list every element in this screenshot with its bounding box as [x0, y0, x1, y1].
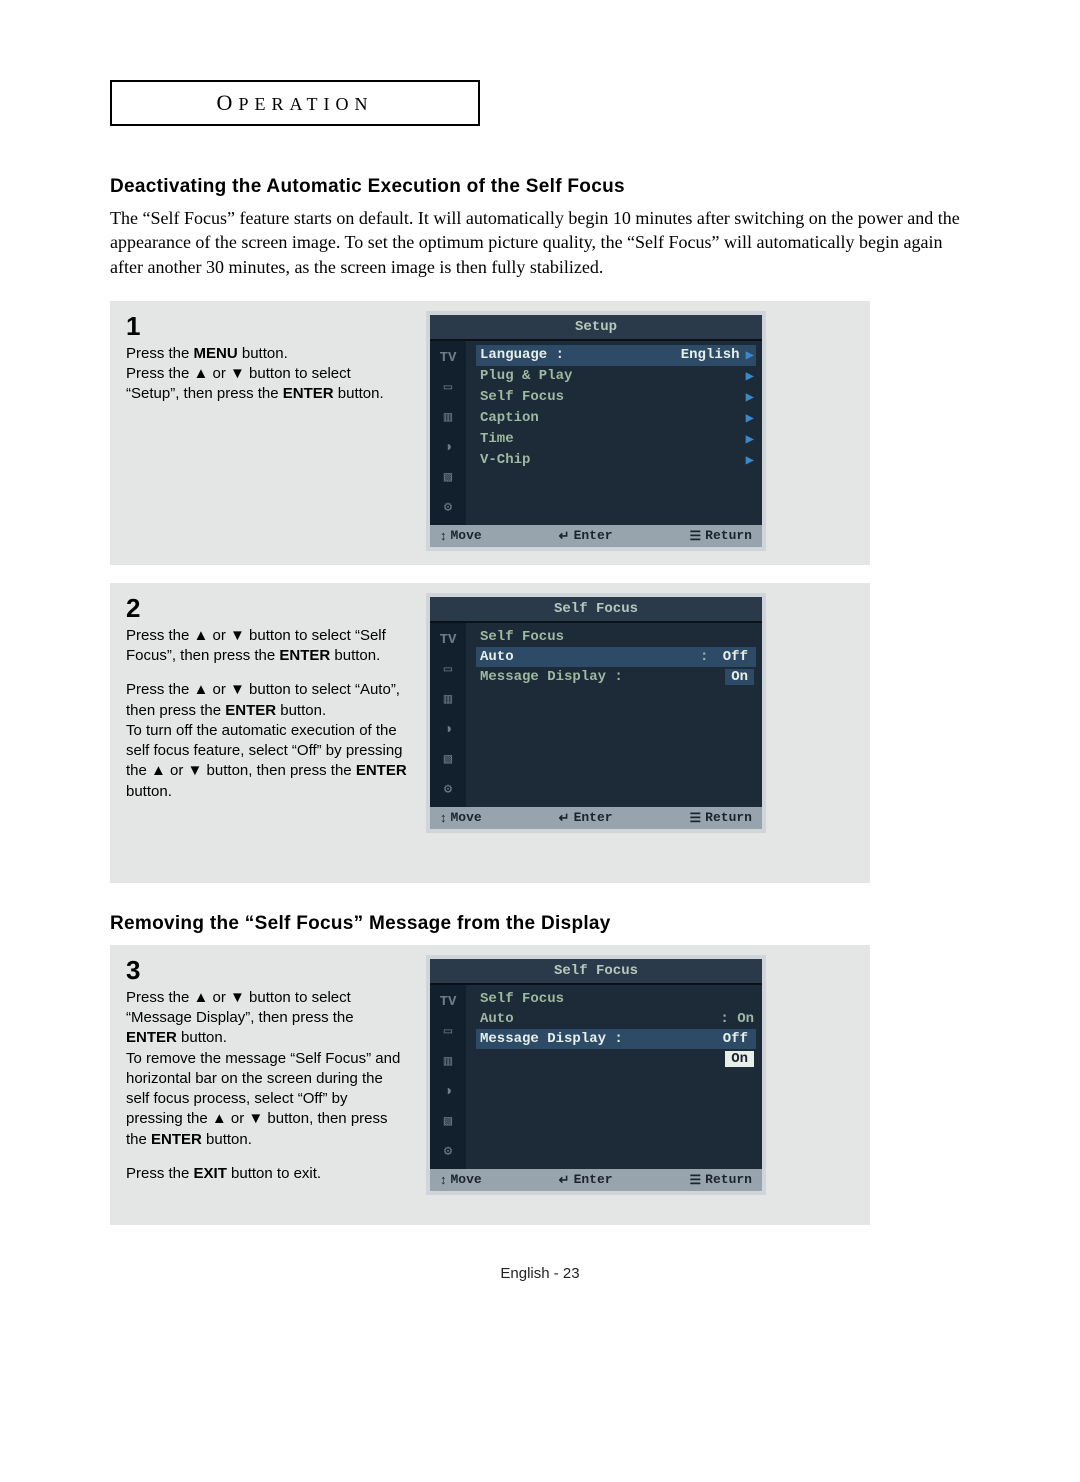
osd-selffocus-1: Self Focus TV ▭ ▥ ◑ ▧ ⚙ Self Focus Auto … [426, 593, 766, 833]
step-3-number: 3 [126, 955, 408, 986]
enter-icon: ↵ [559, 528, 570, 544]
step-1-body: Press the MENU button. Press the ▲ or ▼ … [126, 344, 408, 405]
osd-iconbar: TV ▭ ▥ ◑ ▧ ⚙ [430, 623, 466, 807]
step-3-block: 3 Press the ▲ or ▼ button to select “Mes… [110, 945, 870, 1225]
input-icon: ▭ [436, 659, 460, 681]
input-icon: ▭ [436, 377, 460, 399]
chevron-right-icon: ▶ [746, 347, 754, 364]
tv-label: TV [436, 991, 460, 1013]
osd-row-caption[interactable]: Caption▶ [476, 408, 756, 429]
operation-header: OPERATION [110, 80, 480, 126]
osd3-row-auto[interactable]: Auto : On [476, 1009, 756, 1029]
step-1-number: 1 [126, 311, 408, 342]
sound-icon: ◑ [436, 437, 460, 459]
menu-icon: ☰ [690, 528, 702, 544]
channel-icon: ▧ [436, 749, 460, 771]
osd-footer: ↕Move ↵Enter ☰Return [430, 807, 762, 829]
osd-selffocus-2: Self Focus TV ▭ ▥ ◑ ▧ ⚙ Self Focus Auto … [426, 955, 766, 1195]
enter-icon: ↵ [559, 1172, 570, 1188]
osd-footer: ↕Move ↵Enter ☰Return [430, 1169, 762, 1191]
step-2-body: Press the ▲ or ▼ button to select “Self … [126, 626, 408, 802]
chevron-right-icon: ▶ [746, 389, 754, 406]
osd-row-language[interactable]: Language : English ▶ [476, 345, 756, 366]
enter-icon: ↵ [559, 810, 570, 826]
osd-row-plugplay[interactable]: Plug & Play▶ [476, 366, 756, 387]
step-2-number: 2 [126, 593, 408, 624]
menu-icon: ☰ [690, 1172, 702, 1188]
setup-icon: ⚙ [436, 779, 460, 801]
operation-rest: PERATION [238, 94, 373, 114]
chevron-right-icon: ▶ [746, 410, 754, 427]
osd-row-selffocus[interactable]: Self Focus▶ [476, 387, 756, 408]
osd3-title: Self Focus [430, 959, 762, 985]
step-1-block: 1 Press the MENU button. Press the ▲ or … [110, 301, 870, 565]
step-2-block: 2 Press the ▲ or ▼ button to select “Sel… [110, 583, 870, 883]
channel-icon: ▧ [436, 1111, 460, 1133]
channel-icon: ▧ [436, 467, 460, 489]
picture-icon: ▥ [436, 689, 460, 711]
osd-row-time[interactable]: Time▶ [476, 429, 756, 450]
setup-icon: ⚙ [436, 497, 460, 519]
chevron-right-icon: ▶ [746, 452, 754, 469]
osd3-row-msg[interactable]: Message Display : Off [476, 1029, 756, 1049]
tv-label: TV [436, 347, 460, 369]
osd3-row-sf[interactable]: Self Focus [476, 989, 756, 1009]
chevron-right-icon: ▶ [746, 368, 754, 385]
osd2-row-msg[interactable]: Message Display : On [476, 667, 756, 687]
osd3-row-on-option[interactable]: On [476, 1049, 756, 1069]
osd2-row-auto[interactable]: Auto : Off [476, 647, 756, 667]
section-heading-1: Deactivating the Automatic Execution of … [110, 176, 970, 198]
page-number: English - 23 [110, 1265, 970, 1282]
picture-icon: ▥ [436, 407, 460, 429]
picture-icon: ▥ [436, 1051, 460, 1073]
sound-icon: ◑ [436, 719, 460, 741]
osd-iconbar: TV ▭ ▥ ◑ ▧ ⚙ [430, 985, 466, 1169]
osd2-row-sf[interactable]: Self Focus [476, 627, 756, 647]
osd-row-vchip[interactable]: V-Chip▶ [476, 450, 756, 471]
updown-icon: ↕ [440, 1172, 447, 1187]
setup-icon: ⚙ [436, 1141, 460, 1163]
osd-setup-title: Setup [430, 315, 762, 341]
updown-icon: ↕ [440, 528, 447, 543]
section-heading-2: Removing the “Self Focus” Message from t… [110, 913, 970, 935]
updown-icon: ↕ [440, 810, 447, 825]
osd-setup: Setup TV ▭ ▥ ◑ ▧ ⚙ Language : English ▶ [426, 311, 766, 551]
tv-label: TV [436, 629, 460, 651]
osd2-title: Self Focus [430, 597, 762, 623]
osd-iconbar: TV ▭ ▥ ◑ ▧ ⚙ [430, 341, 466, 525]
menu-icon: ☰ [690, 810, 702, 826]
chevron-right-icon: ▶ [746, 431, 754, 448]
sound-icon: ◑ [436, 1081, 460, 1103]
osd-footer: ↕Move ↵Enter ☰Return [430, 525, 762, 547]
section1-intro: The “Self Focus” feature starts on defau… [110, 206, 970, 279]
operation-o: O [217, 90, 239, 115]
input-icon: ▭ [436, 1021, 460, 1043]
step-3-body: Press the ▲ or ▼ button to select “Messa… [126, 988, 408, 1184]
